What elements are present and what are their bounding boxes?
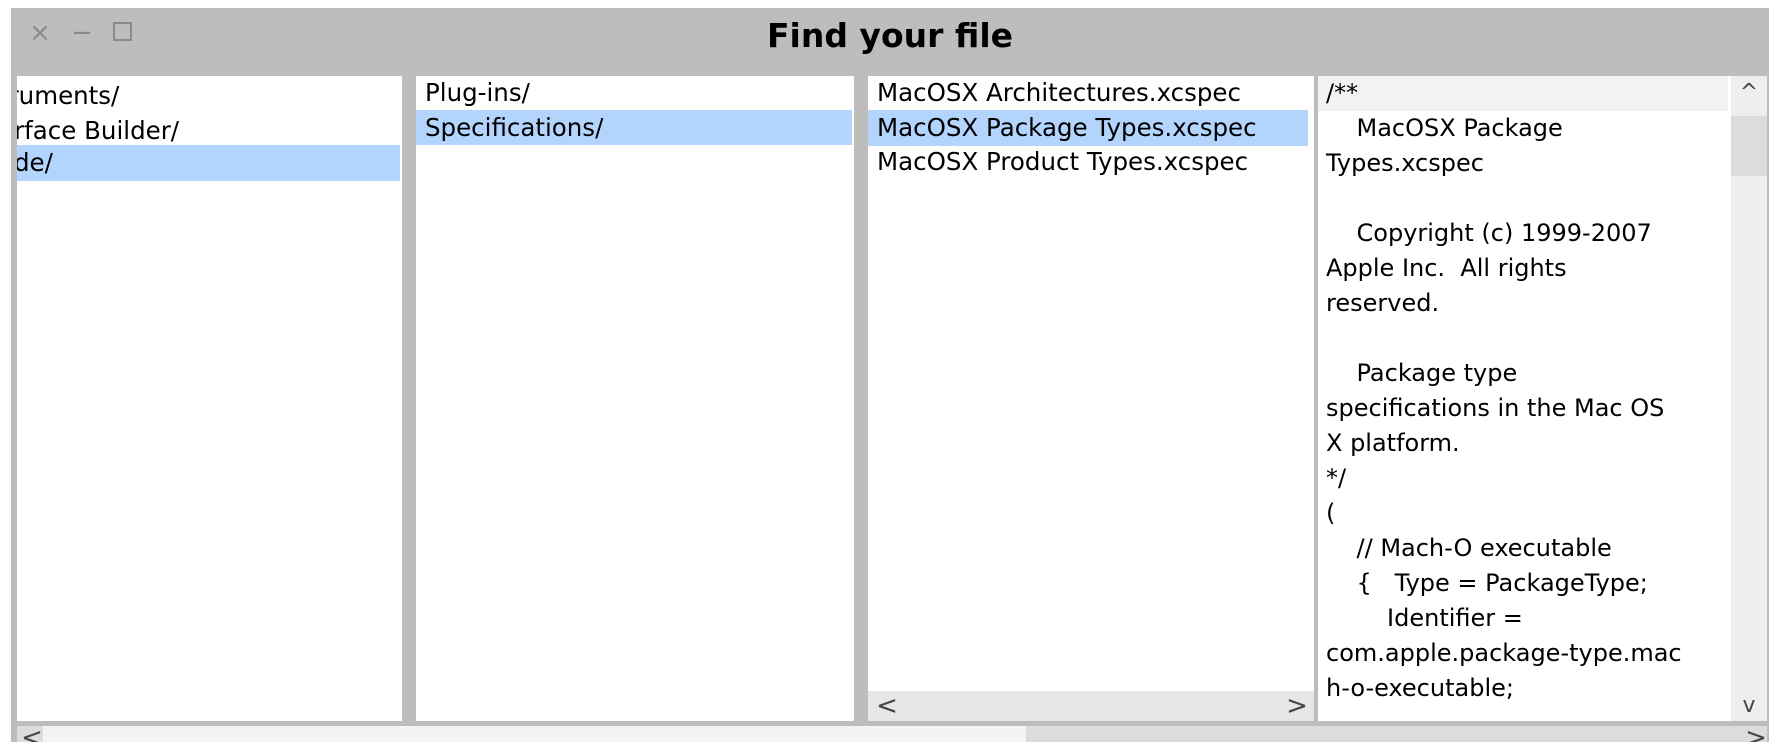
preview-line: Apple Inc. All rights xyxy=(1326,254,1567,282)
preview-line: */ xyxy=(1326,464,1347,492)
title-bar: × − Find your file xyxy=(11,8,1769,64)
preview-line: h-o-executable; xyxy=(1326,674,1514,702)
scroll-right-icon[interactable]: > xyxy=(1741,723,1769,742)
column-3-item-selected[interactable]: MacOSX Package Types.xcspec xyxy=(868,110,1308,146)
column-3-item[interactable]: MacOSX Architectures.xcspec xyxy=(868,76,1308,113)
column-2-list[interactable]: Plug-ins/ Specifications/ xyxy=(416,76,854,721)
browser-horizontal-scrollbar[interactable]: < > xyxy=(17,723,1769,742)
column-3-horizontal-scrollbar[interactable]: < > xyxy=(868,691,1314,721)
scroll-left-icon[interactable]: < xyxy=(17,723,47,742)
preview-line: Package type xyxy=(1326,359,1518,387)
preview-line: Types.xcspec xyxy=(1326,149,1484,177)
preview-line: { Type = PackageType; xyxy=(1326,569,1648,597)
scroll-right-icon[interactable]: > xyxy=(1282,691,1312,721)
file-preview-text: /** MacOSX Package Types.xcspec Copyright… xyxy=(1318,76,1728,721)
column-1-item-selected[interactable]: ode/ xyxy=(17,145,400,181)
preview-line: X platform. xyxy=(1326,429,1460,457)
preview-line: Copyright (c) 1999-2007 xyxy=(1326,219,1652,247)
scroll-up-icon[interactable]: ^ xyxy=(1734,78,1764,108)
browser-scroll-thumb[interactable] xyxy=(43,726,1026,742)
preview-scroll-thumb[interactable] xyxy=(1731,116,1767,176)
column-2-item[interactable]: Plug-ins/ xyxy=(416,76,852,113)
scroll-down-icon[interactable]: v xyxy=(1734,691,1764,721)
column-3-list[interactable]: MacOSX Architectures.xcspec MacOSX Packa… xyxy=(868,76,1314,721)
preview-line: reserved. xyxy=(1326,289,1440,317)
column-3-item[interactable]: MacOSX Product Types.xcspec xyxy=(868,142,1308,182)
preview-line: specifications in the Mac OS xyxy=(1326,394,1665,422)
preview-line: ( xyxy=(1326,499,1336,527)
preview-line: com.apple.package-type.mac xyxy=(1326,639,1682,667)
column-1-list[interactable]: truments/ erface Builder/ ode/ xyxy=(17,76,402,721)
preview-line: // Mach-O executable xyxy=(1326,534,1612,562)
file-preview-pane[interactable]: /** MacOSX Package Types.xcspec Copyright… xyxy=(1318,76,1767,721)
preview-vertical-scrollbar[interactable]: ^ v xyxy=(1731,76,1767,721)
scroll-left-icon[interactable]: < xyxy=(872,691,902,721)
window-title: Find your file xyxy=(766,16,1014,55)
column-2-item-selected[interactable]: Specifications/ xyxy=(416,110,852,145)
preview-line xyxy=(1326,181,1728,216)
preview-line: MacOSX Package xyxy=(1326,114,1563,142)
column-1-item[interactable]: truments/ xyxy=(17,76,400,116)
preview-line: /** xyxy=(1318,76,1728,111)
preview-line xyxy=(1326,321,1728,356)
preview-line: Identifier = xyxy=(1326,604,1523,632)
file-finder-window: × − Find your file truments/ erface Buil… xyxy=(11,8,1769,742)
